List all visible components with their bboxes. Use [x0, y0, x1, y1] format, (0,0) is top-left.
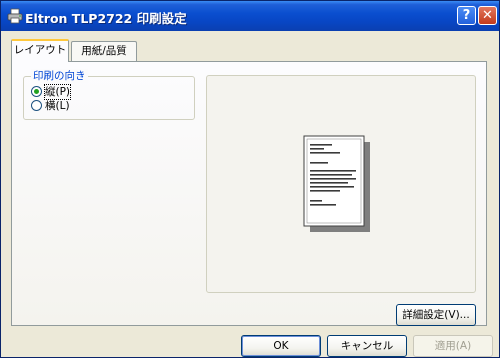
radio-landscape-indicator[interactable]	[31, 100, 42, 111]
window-title: Eltron TLP2722 印刷設定	[25, 11, 187, 26]
close-button[interactable]: ✕	[478, 6, 497, 25]
tab-paper-quality[interactable]: 用紙/品質	[71, 41, 137, 61]
orientation-group-label: 印刷の向き	[31, 69, 88, 83]
print-settings-dialog: Eltron TLP2722 印刷設定 ? ✕ レイアウト 用紙/品質 印刷の向…	[0, 0, 500, 358]
radio-portrait-label[interactable]: 縦(P)	[43, 84, 72, 100]
help-button[interactable]: ?	[457, 6, 476, 25]
cancel-button[interactable]: キャンセル	[327, 335, 407, 357]
radio-landscape-label[interactable]: 横(L)	[45, 99, 70, 113]
title-bar[interactable]: Eltron TLP2722 印刷設定 ? ✕	[1, 1, 499, 31]
radio-portrait-indicator[interactable]	[31, 86, 42, 97]
ok-button[interactable]: OK	[241, 335, 321, 357]
apply-button[interactable]: 適用(A)	[413, 335, 493, 357]
advanced-settings-button[interactable]: 詳細設定(V)...	[396, 304, 476, 326]
tab-layout[interactable]: レイアウト	[11, 39, 69, 62]
printer-icon	[7, 8, 23, 24]
portrait-page-icon	[303, 135, 370, 232]
orientation-preview	[206, 75, 476, 293]
